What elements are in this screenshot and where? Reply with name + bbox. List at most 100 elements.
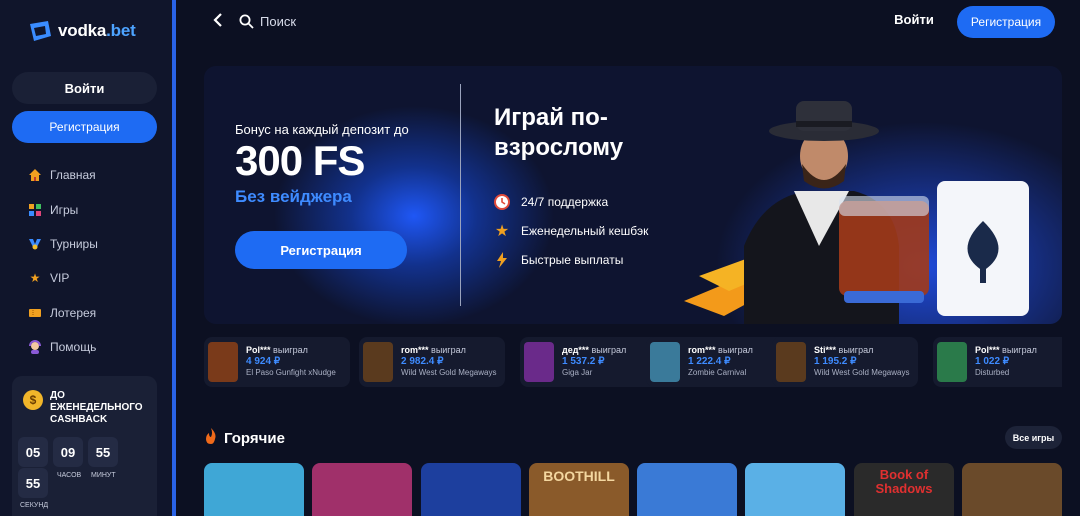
game-title: Book of Shadows [875,467,933,496]
sidebar-register-button[interactable]: Регистрация [12,111,157,143]
game-thumbnail [776,342,806,382]
winner-name: rom*** [688,345,716,355]
winner-name: rom*** [401,345,429,355]
search-icon[interactable] [239,14,254,29]
game-title: BOOTHILL [543,468,615,484]
banner-register-button[interactable]: Регистрация [235,231,407,269]
game-card[interactable]: Book of Shadows [854,463,954,516]
back-chevron-icon[interactable] [213,13,227,31]
all-games-button[interactable]: Все игры [1005,426,1062,449]
winner-game: Wild West Gold Megaways [401,368,497,377]
winner-card[interactable]: Pol*** выиграл 4 924 ₽ El Paso Gunfight … [204,337,350,387]
lightning-icon [494,252,510,268]
feature-support: 24/7 поддержка [494,194,608,210]
sidebar-item-label: VIP [50,271,70,286]
sidebar-login-button[interactable]: Войти [12,72,157,104]
clock-icon [494,194,510,210]
feature-label: 24/7 поддержка [521,195,609,209]
timer-minutes-label: МИНУТ [91,472,116,479]
tournament-cup-icon [28,237,42,251]
game-card[interactable] [204,463,304,516]
game-card[interactable] [637,463,737,516]
winner-card[interactable]: rom*** выиграл 2 982.4 ₽ Wild West Gold … [359,337,505,387]
sidebar-item-label: Игры [50,202,79,217]
sidebar-item-tournaments[interactable]: Турниры [28,227,168,261]
games-grid-icon [28,203,42,217]
winner-won: выиграл [273,345,308,355]
winner-card[interactable]: rom*** выиграл 1 222.4 ₽ Zombie Carnival [646,337,792,387]
winner-game: Wild West Gold Megaways [814,368,910,377]
game-card[interactable] [745,463,845,516]
feature-label: Еженедельный кешбэк [521,224,649,238]
game-thumbnail [524,342,554,382]
winner-game: Giga Jar [562,368,593,377]
timer-hours-label: ЧАСОВ [57,472,82,479]
winner-won: выиграл [591,345,627,355]
winner-amount: 1 222.4 ₽ [688,356,731,367]
winner-amount: 1 537.2 ₽ [562,356,605,367]
winner-won: выиграл [1002,345,1037,355]
sidebar-item-games[interactable]: Игры [28,192,168,226]
winner-card[interactable]: Pol*** выиграл 1 022 ₽ Disturbed [933,337,1062,387]
money-bag-icon: $ [23,390,43,410]
sidebar-item-label: Помощь [50,340,97,355]
game-card[interactable] [421,463,521,516]
star-icon: ★ [494,223,510,240]
sidebar-item-label: Главная [50,168,96,183]
winner-won: выиграл [718,345,753,355]
sidebar-nav: Главная Игры Турниры ★ VIP Лотерея Помощ… [28,158,168,364]
cashback-title: ДО ЕЖЕНЕДЕЛЬНОГО CASHBACK [50,390,143,425]
winner-name: Sti*** [814,345,837,355]
game-card[interactable]: BOOTHILL [529,463,629,516]
game-thumbnail [937,342,967,382]
winner-amount: 1 022 ₽ [975,356,1010,367]
search-input[interactable]: Поиск [260,14,296,29]
cashback-timer-card: $ ДО ЕЖЕНЕДЕЛЬНОГО CASHBACK 05 09 ЧАСОВ … [12,376,157,516]
winner-name: дед*** [562,345,589,355]
banner-bonus-amount: 300 FS [235,137,365,184]
sidebar-item-home[interactable]: Главная [28,158,168,192]
sidebar-item-lottery[interactable]: Лотерея [28,296,168,330]
timer-minutes: 55 [88,437,118,467]
header-register-button[interactable]: Регистрация [957,6,1055,38]
winner-name: Pol*** [975,345,1000,355]
winner-game: El Paso Gunfight xNudge [246,368,336,377]
game-thumbnail [208,342,238,382]
banner-bonus-subtext: Без вейджера [235,187,352,206]
sidebar: vodka.bet Войти Регистрация Главная Игры… [0,0,172,516]
sidebar-item-vip[interactable]: ★ VIP [28,261,168,295]
sidebar-item-label: Турниры [50,236,98,251]
brand-logo[interactable]: vodka.bet [28,20,136,42]
winner-game: Zombie Carnival [688,368,747,377]
winner-name: Pol*** [246,345,271,355]
winner-game: Disturbed [975,368,1010,377]
game-thumbnail [650,342,680,382]
logo-icon [30,21,51,41]
winner-won: выиграл [431,345,466,355]
timer-days: 05 [18,437,48,467]
section-title-hot: Горячие [204,428,285,448]
home-icon [28,168,42,182]
star-icon: ★ [29,271,41,286]
timer-seconds-label: СЕКУНД [20,502,49,509]
header-login-button[interactable]: Войти [888,12,940,32]
winners-ticker: Pol*** выиграл 4 924 ₽ El Paso Gunfight … [204,337,1062,387]
fire-icon [204,428,218,448]
promo-banner: Бонус на каждый депозит до 300 FS Без ве… [204,66,1062,324]
feature-payouts: Быстрые выплаты [494,252,623,268]
game-card[interactable] [962,463,1062,516]
sidebar-item-help[interactable]: Помощь [28,330,168,364]
winner-won: выиграл [838,345,874,355]
banner-illustration [684,101,1029,324]
winner-card[interactable]: дед*** выиграл 1 537.2 ₽ Giga Jar [520,337,666,387]
ticket-icon [28,306,42,320]
feature-label: Быстрые выплаты [521,253,624,267]
brand-tld: .bet [106,21,136,40]
timer-hours: 09 [53,437,83,467]
banner-bonus-text: Бонус на каждый депозит до [235,122,409,137]
game-card[interactable] [312,463,412,516]
sidebar-item-label: Лотерея [50,305,97,320]
winner-card[interactable]: Sti*** выиграл 1 195.2 ₽ Wild West Gold … [772,337,918,387]
section-title-label: Горячие [224,429,285,447]
sidebar-scrollbar[interactable] [172,0,176,516]
